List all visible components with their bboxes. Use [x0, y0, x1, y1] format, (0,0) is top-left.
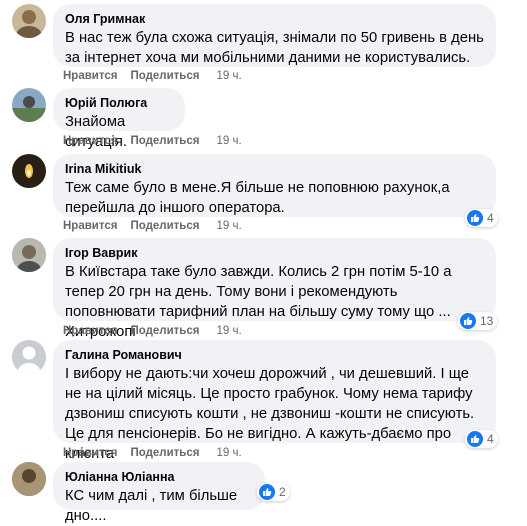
avatar-image — [12, 238, 46, 272]
comment-timestamp[interactable]: 19 ч. — [216, 220, 241, 232]
comment-bubble: Юрій Полюга Знайома ситуація. — [53, 88, 185, 150]
avatar-image — [12, 96, 46, 122]
like-button[interactable]: Нравится — [63, 447, 117, 459]
thumbs-up-icon — [467, 431, 483, 447]
reaction-count-badge[interactable]: 4 — [465, 209, 498, 227]
comment-timestamp[interactable]: 19 ч. — [216, 325, 241, 337]
comment-author[interactable]: Юліанна Юліанна — [65, 469, 253, 485]
reaction-count-badge[interactable]: 4 — [465, 430, 498, 448]
reaction-count: 13 — [480, 314, 494, 328]
thumbs-up-icon — [467, 210, 483, 226]
comment-timestamp[interactable]: 19 ч. — [216, 447, 241, 459]
comment-author[interactable]: Ігор Ваврик — [65, 245, 484, 261]
comment-timestamp[interactable]: 19 ч. — [216, 135, 241, 147]
comment-text: Теж саме було в мене.Я більше не поповню… — [65, 180, 450, 216]
share-button[interactable]: Поделиться — [130, 220, 199, 232]
avatar-image — [25, 164, 33, 178]
thumbs-up-icon — [460, 313, 476, 329]
comment-text: КС чим далі , тим більше дно.... — [65, 488, 238, 524]
comment-text: В нас теж була схожа ситуація, знімали п… — [65, 30, 484, 66]
comment-bubble: Галина Романович І вибору не дають:чи хо… — [53, 340, 496, 462]
share-button[interactable]: Поделиться — [130, 447, 199, 459]
like-button[interactable]: Нравится — [63, 325, 117, 337]
reaction-count: 2 — [279, 485, 286, 499]
avatar[interactable] — [12, 88, 46, 122]
like-button[interactable]: Нравится — [63, 220, 117, 232]
like-button[interactable]: Нравится — [63, 135, 117, 147]
comment-actions: Нравится Поделиться 19 ч. — [63, 219, 255, 233]
reaction-count-badge[interactable]: 2 — [257, 483, 290, 501]
avatar-image — [12, 462, 46, 496]
default-avatar-icon — [12, 340, 46, 374]
like-button[interactable]: Нравится — [63, 70, 117, 82]
reaction-count-badge[interactable]: 13 — [458, 312, 498, 330]
share-button[interactable]: Поделиться — [130, 135, 199, 147]
comment-bubble: Irina Mikitiuk Теж саме було в мене.Я бі… — [53, 154, 496, 217]
avatar[interactable] — [12, 4, 46, 38]
comment-author[interactable]: Irina Mikitiuk — [65, 161, 484, 177]
comment-actions: Нравится Поделиться 19 ч. — [63, 69, 255, 83]
reaction-count: 4 — [487, 432, 494, 446]
comment-author[interactable]: Юрій Полюга — [65, 95, 173, 111]
comment-author[interactable]: Галина Романович — [65, 347, 484, 363]
avatar-image — [16, 10, 42, 38]
avatar[interactable] — [12, 462, 46, 496]
reaction-count: 4 — [487, 211, 494, 225]
comment-author[interactable]: Оля Гримнак — [65, 11, 484, 27]
comment-bubble: Ігор Ваврик В Київстара таке було завжди… — [53, 238, 496, 340]
comment-actions: Нравится Поделиться 19 ч. — [63, 134, 255, 148]
share-button[interactable]: Поделиться — [130, 70, 199, 82]
comment-timestamp[interactable]: 19 ч. — [216, 70, 241, 82]
avatar[interactable] — [12, 340, 46, 374]
avatar[interactable] — [12, 154, 46, 188]
thumbs-up-icon — [259, 484, 275, 500]
comment-actions: Нравится Поделиться 19 ч. — [63, 324, 255, 338]
share-button[interactable]: Поделиться — [130, 325, 199, 337]
comment-bubble: Оля Гримнак В нас теж була схожа ситуаці… — [53, 4, 496, 67]
avatar[interactable] — [12, 238, 46, 272]
comment-bubble: Юліанна Юліанна КС чим далі , тим більше… — [53, 462, 265, 524]
comment-actions: Нравится Поделиться 19 ч. — [63, 446, 255, 460]
